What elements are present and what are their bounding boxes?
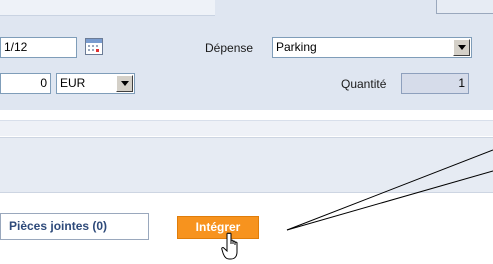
hand-pointer-icon [221,232,245,262]
expense-select[interactable]: Parking [272,37,472,58]
expense-selected-value: Parking [276,40,317,54]
currency-select[interactable]: EUR [56,73,135,94]
expense-label: Dépense [205,41,254,55]
attachments-button[interactable]: Pièces jointes (0) [0,213,149,240]
form-separator-band [0,120,493,136]
top-right-field-edge [436,0,493,14]
currency-selected-value: EUR [60,76,86,90]
form-top-strip [0,0,215,16]
date-input[interactable]: 1/12 [0,37,77,58]
calendar-icon[interactable] [85,38,103,55]
details-band [0,137,493,193]
quantity-input[interactable]: 1 [401,73,469,94]
amount-input[interactable]: 0 [0,73,51,94]
chevron-down-icon[interactable] [116,75,133,92]
chevron-down-icon[interactable] [453,39,470,56]
integrate-button[interactable]: Intégrer [177,216,259,239]
expense-form-panel: 1/12 Dépense Parking 0 EUR Quantité 1 [0,0,493,110]
quantity-label: Quantité [341,77,387,91]
